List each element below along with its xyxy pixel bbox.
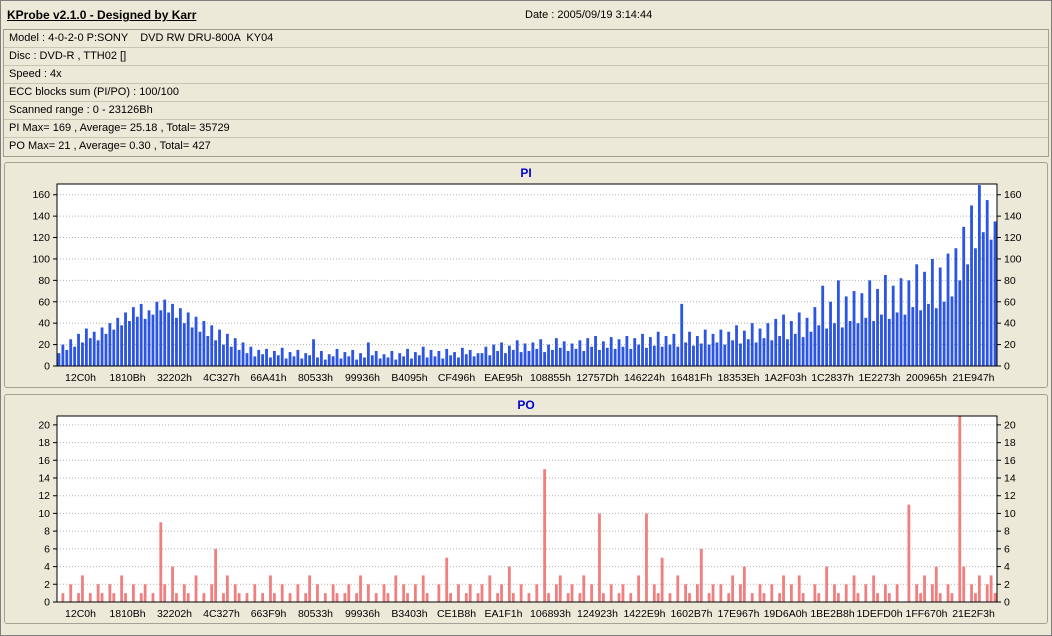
svg-text:8: 8 [44, 526, 50, 538]
svg-text:20: 20 [38, 419, 50, 431]
svg-text:1810Bh: 1810Bh [109, 372, 145, 384]
app-title: KProbe v2.1.0 - Designed by Karr [7, 8, 197, 22]
svg-text:80: 80 [1004, 275, 1016, 287]
svg-text:32202h: 32202h [157, 372, 192, 384]
svg-text:120: 120 [1004, 232, 1022, 244]
svg-text:B4095h: B4095h [391, 372, 427, 384]
svg-text:14: 14 [1004, 473, 1016, 485]
svg-text:1810Bh: 1810Bh [109, 608, 145, 620]
svg-text:1FF670h: 1FF670h [905, 608, 947, 620]
svg-text:17E967h: 17E967h [717, 608, 759, 620]
pi-chart: 0 0 20 20 40 40 60 60 80 80 100 100 120 120 140 140 160 1… [32, 183, 1022, 384]
svg-text:108855h: 108855h [530, 372, 571, 384]
svg-text:124923h: 124923h [577, 608, 618, 620]
info-row-ecc: ECC blocks sum (PI/PO) : 100/100 [4, 84, 1048, 102]
scan-date: Date : 2005/09/19 3:14:44 [525, 9, 653, 21]
svg-text:1C2837h: 1C2837h [811, 372, 854, 384]
info-row-range: Scanned range : 0 - 23126Bh [4, 102, 1048, 120]
svg-text:EA1F1h: EA1F1h [485, 608, 523, 620]
svg-text:120: 120 [32, 232, 50, 244]
svg-text:99936h: 99936h [345, 608, 380, 620]
svg-text:140: 140 [32, 211, 50, 223]
info-row-pi-stats: PI Max= 169 , Average= 25.18 , Total= 35… [4, 120, 1048, 138]
svg-text:0: 0 [1004, 361, 1010, 373]
po-chart: 0 0 2 2 4 4 6 6 8 8 10 10 12 12 14 14 16 16 18 18 20 20 12C0h 1… [38, 415, 1016, 620]
scan-info-panel: Model : 4-0-2-0 P:SONY DVD RW DRU-800A K… [3, 29, 1049, 157]
svg-text:4: 4 [1004, 561, 1010, 573]
svg-text:4C327h: 4C327h [203, 608, 240, 620]
info-row-speed: Speed : 4x [4, 66, 1048, 84]
svg-text:4C327h: 4C327h [203, 372, 240, 384]
svg-text:99936h: 99936h [345, 372, 380, 384]
svg-text:CE1B8h: CE1B8h [437, 608, 476, 620]
svg-text:20: 20 [1004, 339, 1016, 351]
svg-text:16481Fh: 16481Fh [671, 372, 713, 384]
svg-text:0: 0 [1004, 597, 1010, 609]
kprobe-window: KProbe v2.1.0 - Designed by Karr Date : … [0, 0, 1052, 636]
info-row-disc: Disc : DVD-R , TTH02 [] [4, 48, 1048, 66]
svg-text:12C0h: 12C0h [65, 372, 96, 384]
svg-text:32202h: 32202h [157, 608, 192, 620]
svg-text:100: 100 [32, 253, 50, 265]
svg-text:18: 18 [1004, 437, 1016, 449]
svg-text:100: 100 [1004, 253, 1022, 265]
svg-text:2: 2 [1004, 579, 1010, 591]
svg-text:20: 20 [38, 339, 50, 351]
svg-text:18: 18 [38, 437, 50, 449]
svg-text:140: 140 [1004, 211, 1022, 223]
svg-text:80533h: 80533h [298, 372, 333, 384]
svg-text:146224h: 146224h [624, 372, 665, 384]
svg-text:66A41h: 66A41h [250, 372, 286, 384]
svg-text:60: 60 [38, 296, 50, 308]
svg-text:1422E9h: 1422E9h [623, 608, 665, 620]
svg-text:12: 12 [38, 490, 50, 502]
svg-text:0: 0 [44, 361, 50, 373]
svg-text:106893h: 106893h [530, 608, 571, 620]
svg-text:12: 12 [1004, 490, 1016, 502]
info-row-model: Model : 4-0-2-0 P:SONY DVD RW DRU-800A K… [4, 30, 1048, 48]
header-bar: KProbe v2.1.0 - Designed by Karr Date : … [1, 1, 1051, 29]
svg-text:B3403h: B3403h [391, 608, 427, 620]
svg-text:40: 40 [38, 318, 50, 330]
svg-text:1E2273h: 1E2273h [858, 372, 900, 384]
svg-text:160: 160 [1004, 189, 1022, 201]
svg-text:80: 80 [38, 275, 50, 287]
svg-text:21E2F3h: 21E2F3h [952, 608, 995, 620]
svg-text:4: 4 [44, 561, 50, 573]
po-chart-panel: PO 0 0 2 2 4 4 6 6 8 8 10 10 12 12 14 14 16 16 18 18 20 20 12C… [4, 394, 1048, 624]
svg-text:80533h: 80533h [298, 608, 333, 620]
svg-text:663F9h: 663F9h [251, 608, 287, 620]
svg-text:12C0h: 12C0h [65, 608, 96, 620]
svg-text:16: 16 [1004, 455, 1016, 467]
svg-text:CF496h: CF496h [438, 372, 476, 384]
svg-text:10: 10 [1004, 508, 1016, 520]
info-row-po-stats: PO Max= 21 , Average= 0.30 , Total= 427 [9, 140, 211, 152]
svg-text:6: 6 [1004, 543, 1010, 555]
svg-text:16: 16 [38, 455, 50, 467]
svg-text:8: 8 [1004, 526, 1010, 538]
svg-text:200965h: 200965h [906, 372, 947, 384]
svg-text:1BE2B8h: 1BE2B8h [810, 608, 855, 620]
svg-text:14: 14 [38, 473, 50, 485]
pi-chart-title: PI [520, 166, 532, 180]
svg-text:19D6A0h: 19D6A0h [764, 608, 808, 620]
svg-text:20: 20 [1004, 419, 1016, 431]
svg-text:6: 6 [44, 543, 50, 555]
svg-text:12757Dh: 12757Dh [576, 372, 619, 384]
svg-text:10: 10 [38, 508, 50, 520]
svg-text:2: 2 [44, 579, 50, 591]
po-chart-title: PO [517, 398, 535, 412]
svg-text:1602B7h: 1602B7h [670, 608, 712, 620]
svg-text:1DEFD0h: 1DEFD0h [856, 608, 902, 620]
svg-text:0: 0 [44, 597, 50, 609]
svg-text:1A2F03h: 1A2F03h [764, 372, 807, 384]
svg-text:60: 60 [1004, 296, 1016, 308]
svg-text:21E947h: 21E947h [952, 372, 994, 384]
pi-chart-panel: PI 0 0 20 20 40 40 60 60 80 80 100 100 120 120 140 140 1… [4, 162, 1048, 388]
svg-text:40: 40 [1004, 318, 1016, 330]
svg-text:EAE95h: EAE95h [484, 372, 523, 384]
svg-text:160: 160 [32, 189, 50, 201]
svg-text:18353Eh: 18353Eh [717, 372, 759, 384]
